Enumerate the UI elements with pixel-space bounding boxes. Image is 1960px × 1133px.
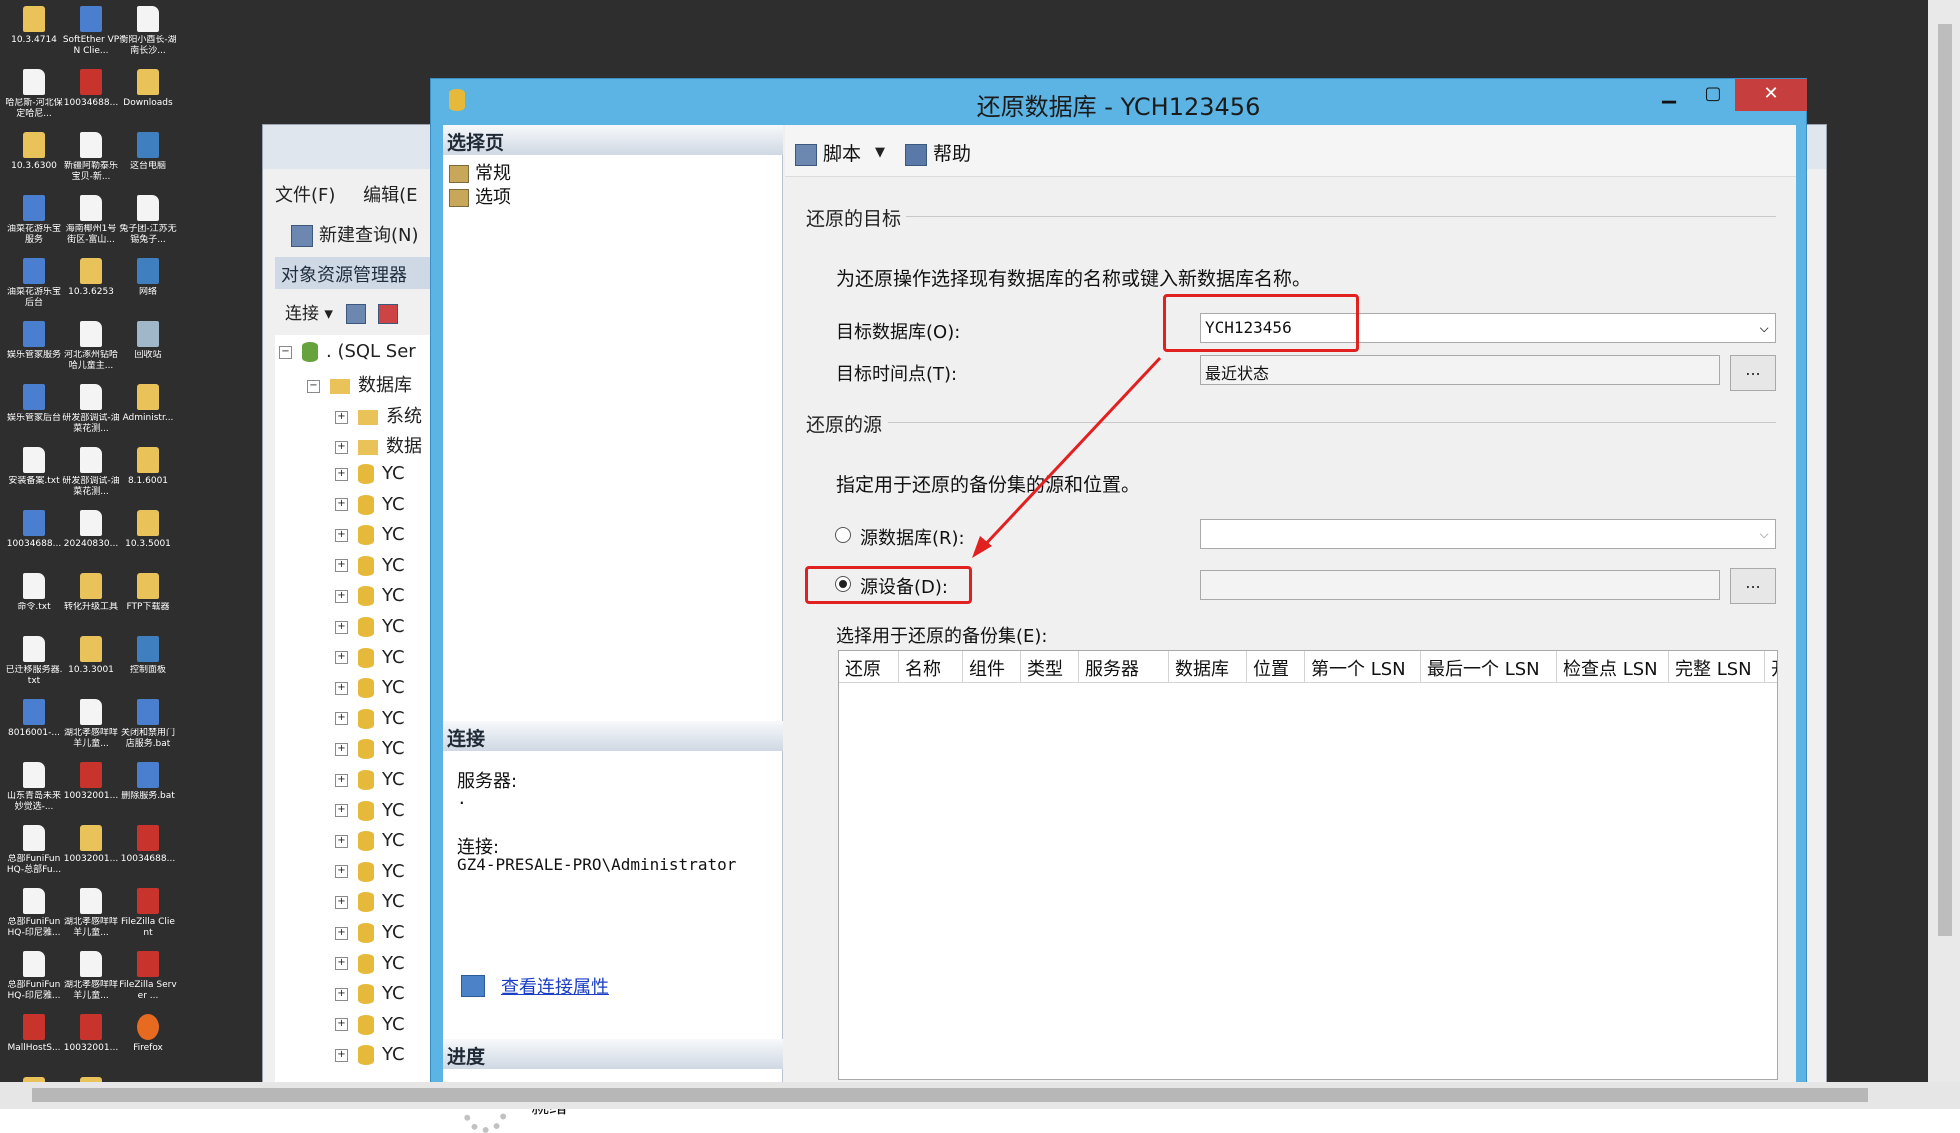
annotation-arrow [972, 356, 1162, 558]
desktop-icon-label: 10032001... [63, 1106, 119, 1116]
desktop-icon-label: 10.3.6232 [11, 1106, 57, 1116]
